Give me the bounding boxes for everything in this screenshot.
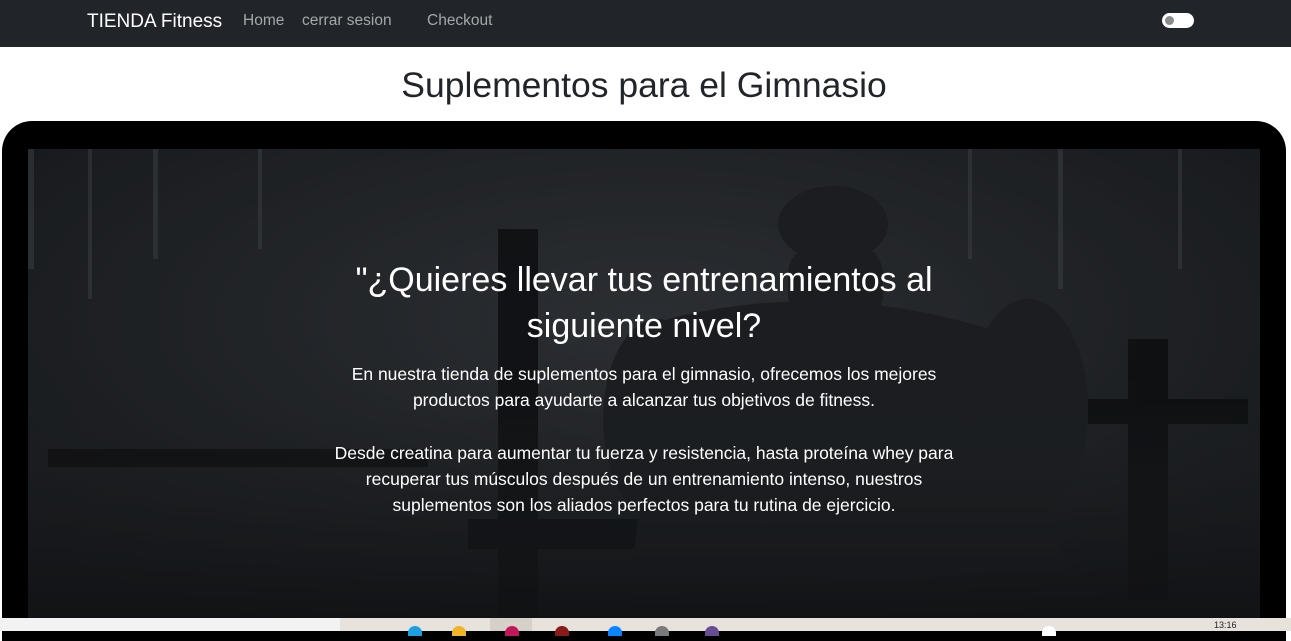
taskbar-app-icon[interactable] <box>655 626 669 636</box>
taskbar-app-icon[interactable] <box>705 626 719 636</box>
hero-text-line: productos para ayudarte a alcanzar tus o… <box>412 390 876 410</box>
os-taskbar: 13:16 <box>0 618 1291 636</box>
taskbar-clock[interactable]: 13:16 <box>1214 620 1237 630</box>
page-title: Suplementos para el Gimnasio <box>401 65 887 105</box>
hero-paragraph-products: Desde creatina para aumentar tu fuerza y… <box>28 440 1260 518</box>
taskbar-app-icon[interactable] <box>555 626 569 636</box>
hero-heading-line: siguiente nivel? <box>526 307 762 345</box>
nav-link-checkout[interactable]: Checkout <box>427 11 492 31</box>
taskbar-tray-icon[interactable] <box>1042 626 1056 636</box>
brand-logo-text[interactable]: TIENDA Fitness <box>87 10 222 34</box>
taskbar-edge-icon[interactable] <box>608 626 622 636</box>
taskbar-app-icon[interactable] <box>408 626 422 636</box>
hero-banner: "¿Quieres llevar tus entrenamientos al s… <box>28 149 1260 631</box>
nav-link-logout[interactable]: cerrar sesion <box>302 11 392 31</box>
hero-text-line: recuperar tus músculos después de un ent… <box>365 469 923 489</box>
nav-link-home[interactable]: Home <box>243 11 284 31</box>
hero-text-line: suplementos son los aliados perfectos pa… <box>392 495 896 515</box>
toggle-knob <box>1165 16 1174 25</box>
taskbar-search-area[interactable] <box>0 618 340 631</box>
hero-heading-line: "¿Quieres llevar tus entrenamientos al <box>355 261 933 299</box>
hero-paragraph-intro: En nuestra tienda de suplementos para el… <box>28 361 1260 413</box>
theme-toggle-switch[interactable] <box>1162 13 1194 28</box>
taskbar-app-icon[interactable] <box>505 626 519 636</box>
hero-text-line: En nuestra tienda de suplementos para el… <box>351 364 937 384</box>
taskbar-folder-icon[interactable] <box>452 626 466 636</box>
top-navbar: TIENDA Fitness Home cerrar sesion Checko… <box>0 0 1291 47</box>
hero-heading: "¿Quieres llevar tus entrenamientos al s… <box>28 257 1260 349</box>
hero-text-line: Desde creatina para aumentar tu fuerza y… <box>334 443 954 463</box>
